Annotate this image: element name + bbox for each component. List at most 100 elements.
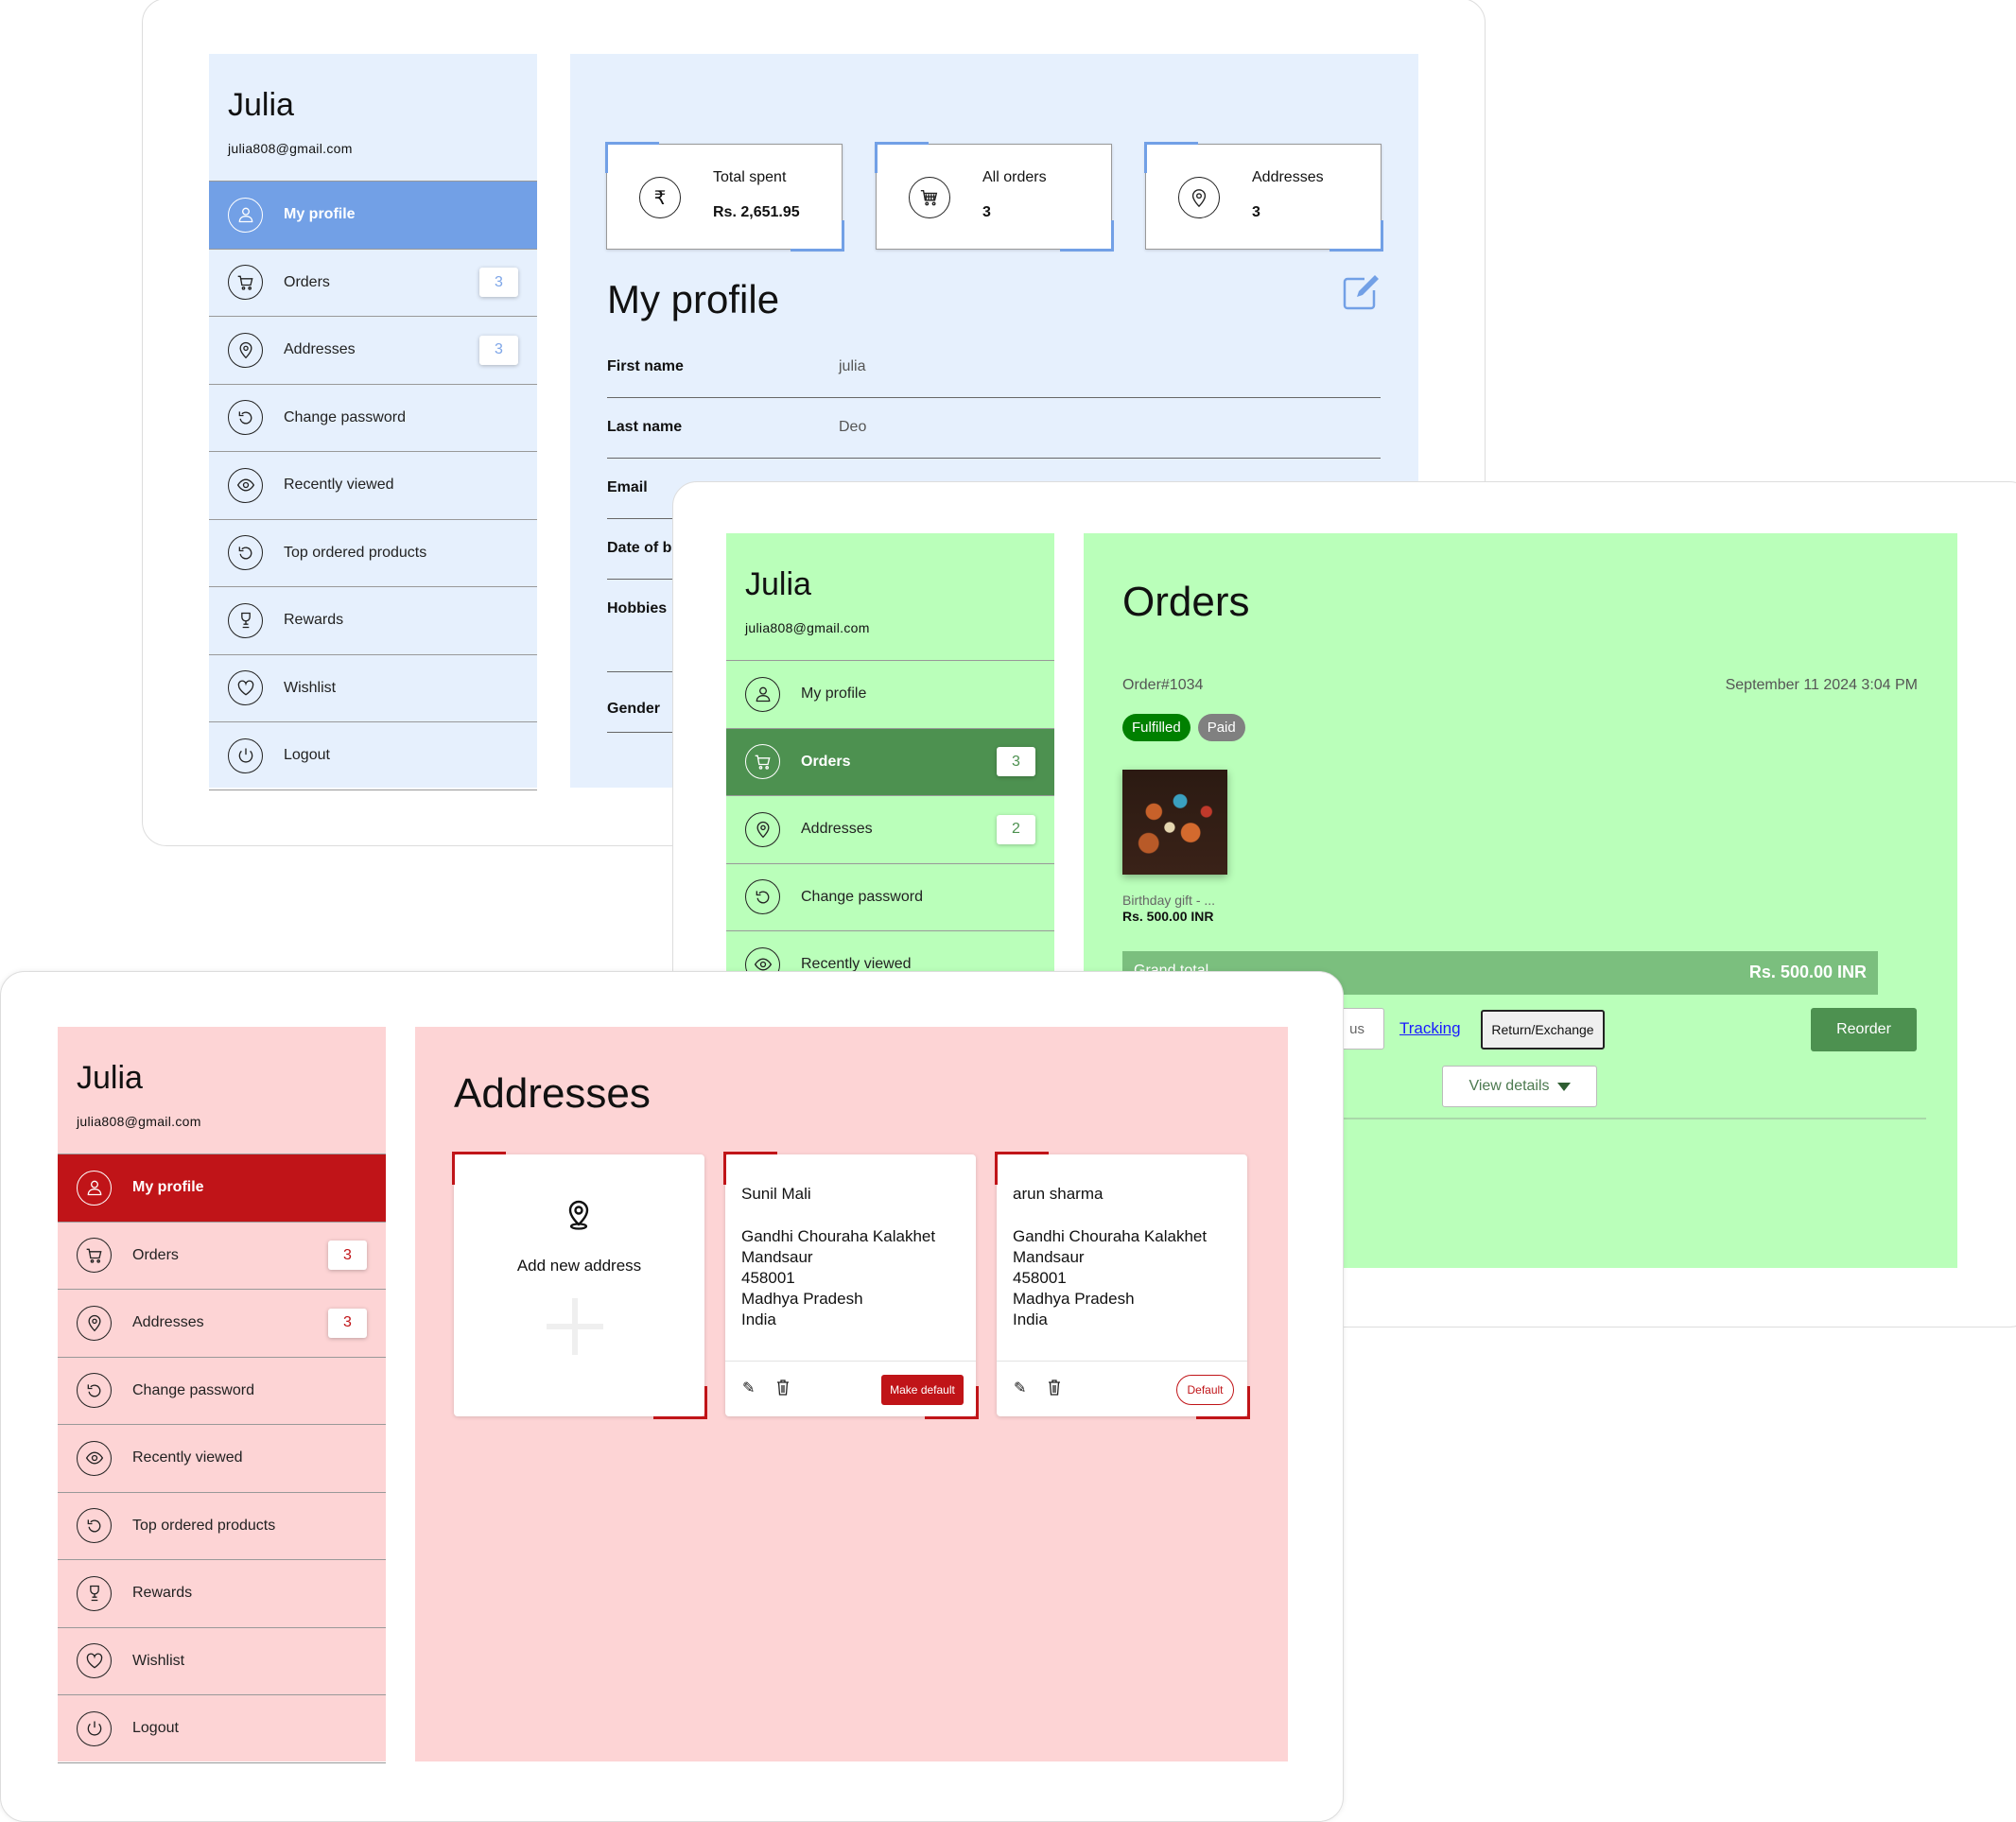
sidebar-item-label: Addresses — [132, 1314, 204, 1331]
sidebar-item-logout[interactable]: Logout — [58, 1695, 386, 1763]
page-title: Addresses — [454, 1070, 651, 1117]
location-pin-icon — [568, 1200, 589, 1230]
address-name: Sunil Mali — [741, 1185, 811, 1203]
edit-icon[interactable] — [1342, 271, 1382, 311]
trash-icon[interactable] — [1048, 1380, 1061, 1396]
sidebar-item-label: Recently viewed — [284, 477, 394, 494]
user-email: julia808@gmail.com — [77, 1114, 201, 1129]
address-line: 458001 — [1013, 1269, 1067, 1287]
make-default-button[interactable]: Make default — [881, 1375, 964, 1405]
add-new-address-label: Add new address — [516, 1257, 642, 1275]
trash-icon[interactable] — [776, 1380, 790, 1396]
location-pin-icon — [77, 1305, 112, 1341]
return-exchange-button[interactable]: Return/Exchange — [1481, 1010, 1605, 1050]
caret-down-icon — [1556, 1082, 1571, 1091]
sidebar-item-label: Addresses — [801, 821, 873, 838]
edit-icon[interactable]: ✎ — [742, 1379, 755, 1397]
sidebar-item-label: Top ordered products — [284, 544, 427, 561]
sidebar: Julia julia808@gmail.com My profile Orders 3… — [58, 1027, 386, 1763]
sidebar-item-my-profile[interactable]: My profile — [726, 661, 1054, 729]
count-badge: 3 — [997, 747, 1035, 777]
field-label: Last name — [607, 419, 683, 435]
sidebar-item-rewards[interactable]: Rewards — [209, 587, 537, 655]
address-line: Madhya Pradesh — [741, 1290, 863, 1308]
sidebar-item-label: Change password — [132, 1381, 254, 1398]
field-value: Deo — [839, 419, 867, 435]
sidebar-item-rewards[interactable]: Rewards — [58, 1560, 386, 1628]
field-label: Gender — [607, 701, 661, 717]
stat-value: 3 — [982, 204, 991, 220]
address-line: Madhya Pradesh — [1013, 1290, 1135, 1308]
reorder-button[interactable]: Reorder — [1811, 1008, 1917, 1051]
location-pin-icon — [228, 332, 263, 368]
stat-title: Addresses — [1252, 169, 1324, 185]
user-name: Julia — [745, 566, 811, 602]
sidebar-item-label: Rewards — [284, 612, 344, 629]
sidebar-item-my-profile[interactable]: My profile — [58, 1154, 386, 1223]
addresses-main: Addresses Add new address Sunil Mali Gan… — [415, 1027, 1288, 1761]
sidebar-item-label: Recently viewed — [132, 1449, 243, 1466]
view-details-label: View details — [1469, 1078, 1550, 1094]
tracking-link[interactable]: Tracking — [1399, 1008, 1461, 1050]
edit-icon[interactable]: ✎ — [1014, 1379, 1026, 1397]
user-icon — [228, 197, 263, 233]
sidebar-item-orders[interactable]: Orders 3 — [58, 1223, 386, 1290]
sidebar-item-addresses[interactable]: Addresses 3 — [58, 1290, 386, 1358]
stat-title: Total spent — [713, 169, 787, 185]
sidebar-item-orders[interactable]: Orders 3 — [726, 728, 1054, 796]
sidebar-item-label: Wishlist — [132, 1652, 185, 1669]
sidebar-item-wishlist[interactable]: Wishlist — [209, 655, 537, 722]
page-title: Orders — [1122, 579, 1250, 625]
addresses-window: Julia julia808@gmail.com My profile Orders 3… — [0, 971, 1344, 1822]
field-label: Email — [607, 479, 648, 495]
count-badge: 3 — [479, 268, 518, 298]
sidebar-item-orders[interactable]: Orders 3 — [209, 250, 537, 317]
sidebar-item-label: Wishlist — [284, 679, 337, 696]
sidebar-item-change-password[interactable]: Change password — [209, 385, 537, 452]
sidebar-item-recently-viewed[interactable]: Recently viewed — [209, 452, 537, 520]
user-email: julia808@gmail.com — [228, 141, 353, 156]
plus-icon — [547, 1298, 603, 1355]
sidebar-item-wishlist[interactable]: Wishlist — [58, 1628, 386, 1695]
sidebar-item-change-password[interactable]: Change password — [726, 864, 1054, 931]
sidebar-item-logout[interactable]: Logout — [209, 722, 537, 790]
sidebar-item-addresses[interactable]: Addresses 2 — [726, 796, 1054, 864]
address-card-footer: ✎ Default — [997, 1361, 1247, 1405]
stat-value: Rs. 2,651.95 — [713, 204, 800, 220]
cart-icon — [77, 1238, 112, 1274]
field-first-name: First name julia — [607, 338, 1381, 398]
sidebar-item-recently-viewed[interactable]: Recently viewed — [58, 1425, 386, 1493]
sidebar-item-label: My profile — [801, 685, 867, 703]
field-last-name: Last name Deo — [607, 398, 1381, 459]
power-icon — [228, 737, 263, 773]
default-badge: Default — [1176, 1375, 1234, 1405]
cart-icon — [745, 744, 780, 780]
sidebar-item-label: Orders — [284, 273, 330, 290]
refresh-icon — [77, 1508, 112, 1544]
sidebar-item-addresses[interactable]: Addresses 3 — [209, 317, 537, 385]
user-name: Julia — [228, 87, 294, 123]
cart-icon — [228, 265, 263, 301]
address-name: arun sharma — [1013, 1185, 1104, 1203]
location-pin-icon — [1178, 177, 1220, 218]
trophy-icon — [228, 602, 263, 638]
count-badge: 3 — [328, 1241, 367, 1271]
sidebar-item-top-ordered-products[interactable]: Top ordered products — [209, 520, 537, 587]
heart-icon — [228, 670, 263, 706]
field-label: Hobbies — [607, 600, 668, 616]
product-image[interactable] — [1122, 770, 1227, 875]
sidebar-item-my-profile[interactable]: My profile — [209, 182, 537, 250]
count-badge: 3 — [479, 335, 518, 365]
stat-value: 3 — [1252, 204, 1260, 220]
refresh-icon — [77, 1373, 112, 1409]
add-address-card[interactable]: Add new address — [452, 1152, 707, 1419]
sidebar-item-top-ordered-products[interactable]: Top ordered products — [58, 1493, 386, 1560]
view-details-button[interactable]: View details — [1442, 1066, 1597, 1107]
refresh-icon — [228, 400, 263, 436]
item-price: Rs. 500.00 INR — [1122, 909, 1214, 924]
sidebar-item-label: Rewards — [132, 1585, 193, 1602]
address-card: arun sharma Gandhi Chouraha Kalakhet Mand… — [995, 1152, 1250, 1419]
payment-badge: Paid — [1197, 714, 1245, 741]
cart-icon — [909, 177, 950, 218]
sidebar-item-change-password[interactable]: Change password — [58, 1358, 386, 1425]
